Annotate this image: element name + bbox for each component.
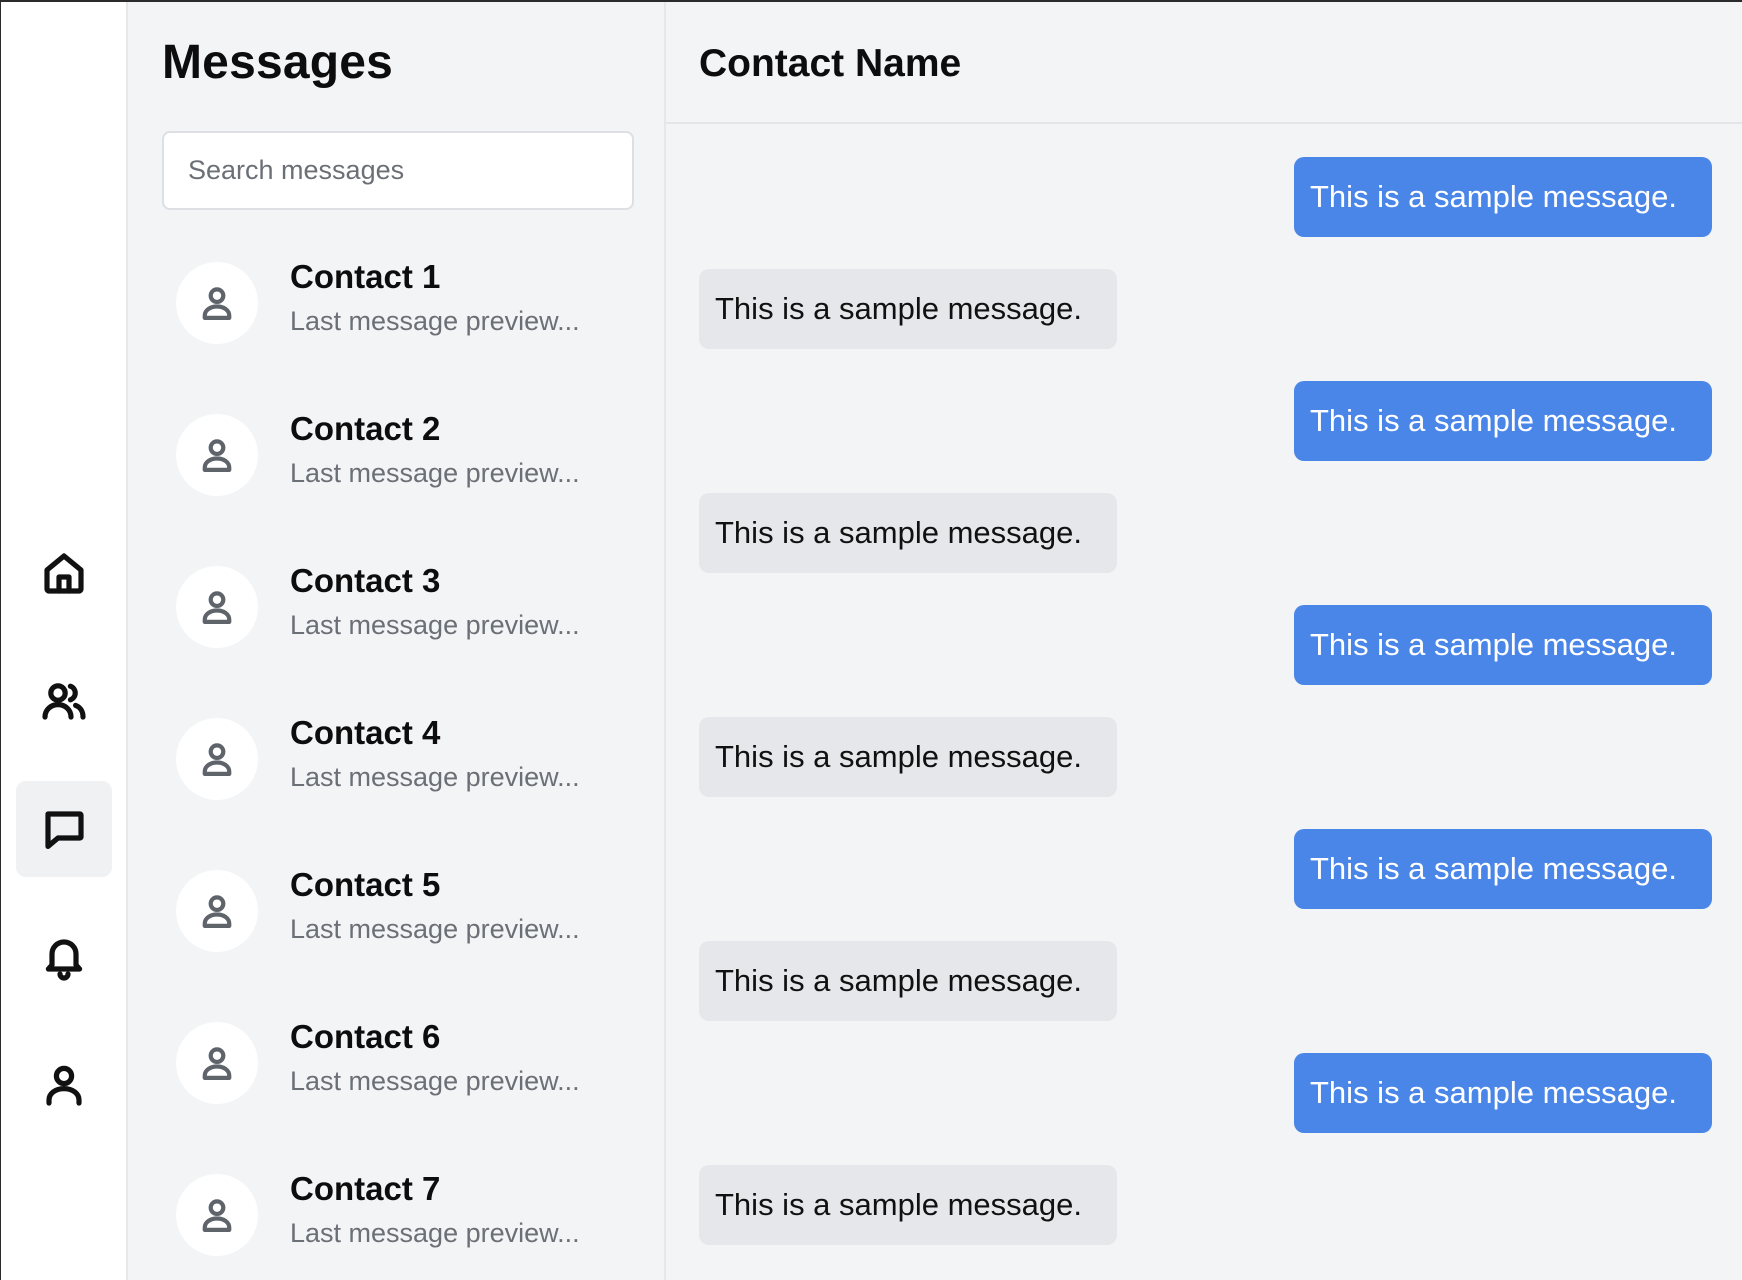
contact-list-item[interactable]: Contact 5 Last message preview...	[162, 854, 632, 974]
contact-name: Contact 3	[290, 562, 441, 599]
bell-icon	[45, 939, 83, 981]
chat-panel: Contact Name This is a sample message. T…	[666, 2, 1742, 1280]
contact-name: Contact 5	[290, 866, 441, 903]
messaging-app: Messages Contact 1 Last message preview.…	[0, 0, 1742, 1280]
user-icon	[202, 1047, 232, 1080]
incoming-message: This is a sample message.	[699, 717, 1117, 797]
contact-list-item[interactable]: Contact 1 Last message preview...	[162, 246, 632, 366]
contact-name: Contact 2	[290, 410, 441, 447]
conversation-list-panel: Messages Contact 1 Last message preview.…	[128, 2, 666, 1280]
incoming-message: This is a sample message.	[699, 1165, 1117, 1245]
home-icon	[44, 553, 84, 594]
outgoing-message: This is a sample message.	[1294, 157, 1712, 237]
chat-icon	[45, 811, 84, 849]
chat-contact-name: Contact Name	[699, 42, 962, 85]
outgoing-message: This is a sample message.	[1294, 605, 1712, 685]
user-icon	[202, 591, 232, 624]
incoming-message: This is a sample message.	[699, 493, 1117, 573]
contact-name: Contact 6	[290, 1018, 441, 1055]
avatar	[176, 718, 258, 800]
contact-preview: Last message preview...	[290, 610, 580, 640]
avatar	[176, 414, 258, 496]
icon-sidebar	[1, 2, 128, 1280]
sidebar-item-messages[interactable]	[16, 781, 112, 877]
outgoing-message: This is a sample message.	[1294, 381, 1712, 461]
sidebar-item-contacts[interactable]	[16, 653, 112, 749]
contact-list-item[interactable]: Contact 6 Last message preview...	[162, 1006, 632, 1126]
incoming-message: This is a sample message.	[699, 941, 1117, 1021]
contact-preview: Last message preview...	[290, 306, 580, 336]
avatar	[176, 1174, 258, 1256]
contact-list-item[interactable]: Contact 4 Last message preview...	[162, 702, 632, 822]
incoming-message: This is a sample message.	[699, 269, 1117, 349]
avatar	[176, 1022, 258, 1104]
avatar	[176, 870, 258, 952]
sidebar-item-notifications[interactable]	[16, 909, 112, 1005]
contact-preview: Last message preview...	[290, 458, 580, 488]
avatar	[176, 566, 258, 648]
user-icon	[202, 895, 232, 928]
contact-name: Contact 1	[290, 258, 441, 295]
contact-name: Contact 4	[290, 714, 441, 751]
contact-list-item[interactable]: Contact 3 Last message preview...	[162, 550, 632, 670]
contact-preview: Last message preview...	[290, 1066, 580, 1096]
contact-name: Contact 7	[290, 1170, 441, 1207]
search-input[interactable]	[162, 131, 634, 210]
outgoing-message: This is a sample message.	[1294, 1053, 1712, 1133]
user-icon	[202, 287, 232, 320]
contact-list-item[interactable]: Contact 7 Last message preview...	[162, 1158, 632, 1278]
user-icon	[202, 1199, 232, 1232]
user-icon	[202, 439, 232, 472]
contact-preview: Last message preview...	[290, 762, 580, 792]
avatar	[176, 262, 258, 344]
contact-list-item[interactable]: Contact 2 Last message preview...	[162, 398, 632, 518]
sidebar-item-profile[interactable]	[16, 1037, 112, 1133]
contact-preview: Last message preview...	[290, 914, 580, 944]
sidebar-item-home[interactable]	[16, 525, 112, 621]
contact-preview: Last message preview...	[290, 1218, 580, 1248]
user-icon	[202, 743, 232, 776]
users-icon	[42, 683, 86, 720]
outgoing-message: This is a sample message.	[1294, 829, 1712, 909]
chat-header: Contact Name	[666, 2, 1742, 124]
user-icon	[46, 1065, 82, 1106]
page-title: Messages	[162, 36, 394, 89]
